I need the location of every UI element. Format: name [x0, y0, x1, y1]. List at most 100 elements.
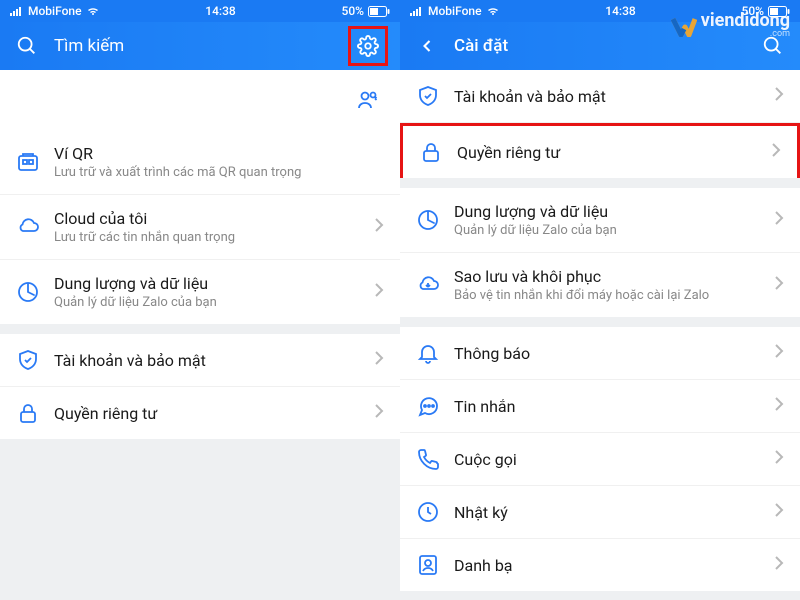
settings-icon[interactable] [348, 26, 388, 66]
row-subtitle: Quản lý dữ liệu Zalo của bạn [54, 295, 360, 310]
row-text: Ví QR Lưu trữ và xuất trình các mã QR qua… [54, 144, 384, 180]
right-row-0[interactable]: Tài khoản và bảo mật [400, 70, 800, 123]
signal-icon [410, 6, 424, 16]
chevron-right-icon [374, 350, 384, 370]
right-row-7[interactable]: Nhật ký [400, 486, 800, 539]
chevron-right-icon [774, 86, 784, 106]
row-title: Tài khoản và bảo mật [454, 87, 760, 106]
left-row-4[interactable]: Quyền riêng tư [0, 387, 400, 439]
row-title: Cloud của tôi [54, 209, 360, 228]
right-row-3[interactable]: Sao lưu và khôi phục Bảo vệ tin nhắn khi … [400, 253, 800, 317]
row-title: Tin nhắn [454, 397, 760, 416]
row-text: Danh bạ [454, 556, 760, 575]
diary-icon [416, 500, 440, 524]
left-row-2[interactable]: Dung lượng và dữ liệu Quản lý dữ liệu Zal… [0, 260, 400, 324]
row-title: Cuộc gọi [454, 450, 760, 469]
row-text: Tài khoản và bảo mật [454, 87, 760, 106]
right-content: Tài khoản và bảo mật Quyền riêng tư Dung l… [400, 70, 800, 600]
row-title: Dung lượng và dữ liệu [54, 274, 360, 293]
search-header: Tìm kiếm [0, 22, 400, 70]
settings-section: Tài khoản và bảo mật Quyền riêng tư [400, 70, 800, 178]
right-row-1[interactable]: Quyền riêng tư [400, 123, 800, 178]
row-text: Dung lượng và dữ liệu Quản lý dữ liệu Zal… [54, 274, 360, 310]
time-label: 14:38 [605, 4, 635, 18]
row-subtitle: Lưu trữ và xuất trình các mã QR quan trọ… [54, 165, 384, 180]
search-icon[interactable] [12, 31, 42, 61]
row-subtitle: Lưu trữ các tin nhắn quan trọng [54, 230, 360, 245]
row-text: Tin nhắn [454, 397, 760, 416]
screen-search: MobiFone 14:38 50% Tìm kiếm Ví QR Lưu trữ… [0, 0, 400, 600]
chevron-right-icon [774, 396, 784, 416]
left-row-1[interactable]: Cloud của tôi Lưu trữ các tin nhắn quan t… [0, 195, 400, 260]
shield-icon [16, 348, 40, 372]
row-title: Thông báo [454, 344, 760, 363]
chevron-right-icon [774, 210, 784, 230]
data-icon [416, 208, 440, 232]
watermark-text: viendidong [701, 12, 790, 30]
status-bar: MobiFone 14:38 50% [0, 0, 400, 22]
right-row-6[interactable]: Cuộc gọi [400, 433, 800, 486]
bell-icon [416, 341, 440, 365]
chevron-right-icon [774, 343, 784, 363]
row-text: Cloud của tôi Lưu trữ các tin nhắn quan t… [54, 209, 360, 245]
row-text: Cuộc gọi [454, 450, 760, 469]
time-label: 14:38 [205, 4, 235, 18]
friend-suggestion-row[interactable] [0, 70, 400, 130]
shield-icon [416, 84, 440, 108]
right-row-2[interactable]: Dung lượng và dữ liệuQuản lý dữ liệu Zal… [400, 188, 800, 253]
row-title: Sao lưu và khôi phục [454, 267, 760, 286]
row-title: Ví QR [54, 144, 384, 163]
row-text: Tài khoản và bảo mật [54, 351, 360, 370]
watermark-logo-icon [671, 17, 697, 35]
lock-icon [419, 140, 443, 164]
chevron-right-icon [774, 555, 784, 575]
carrier-label: MobiFone [28, 4, 82, 18]
watermark: viendidong .com [671, 12, 790, 39]
call-icon [416, 447, 440, 471]
chevron-right-icon [774, 502, 784, 522]
left-row-0[interactable]: Ví QR Lưu trữ và xuất trình các mã QR qua… [0, 130, 400, 195]
row-text: Quyền riêng tư [457, 143, 757, 162]
chevron-right-icon [374, 217, 384, 237]
left-row-3[interactable]: Tài khoản và bảo mật [0, 334, 400, 387]
row-text: Sao lưu và khôi phục Bảo vệ tin nhắn khi … [454, 267, 760, 303]
chevron-right-icon [771, 142, 781, 162]
chevron-right-icon [774, 275, 784, 295]
wifi-icon [486, 6, 500, 16]
settings-section: Thông báo Tin nhắn Cuộc gọi Nhật ký Danh bạ [400, 327, 800, 591]
row-title: Nhật ký [454, 503, 760, 522]
row-text: Dung lượng và dữ liệuQuản lý dữ liệu Zal… [454, 202, 760, 238]
friend-icon [356, 88, 380, 112]
chevron-right-icon [774, 449, 784, 469]
back-icon[interactable] [412, 31, 442, 61]
lock-icon [16, 401, 40, 425]
right-row-4[interactable]: Thông báo [400, 327, 800, 380]
row-title: Danh bạ [454, 556, 760, 575]
qr-wallet-icon [16, 150, 40, 174]
contacts-icon [416, 553, 440, 577]
row-subtitle: Bảo vệ tin nhắn khi đổi máy hoặc cài lại… [454, 288, 760, 303]
cloud-icon [16, 215, 40, 239]
message-icon [416, 394, 440, 418]
battery-icon [368, 6, 390, 17]
signal-icon [10, 6, 24, 16]
right-row-8[interactable]: Danh bạ [400, 539, 800, 591]
cloud-restore-icon [416, 273, 440, 297]
wifi-icon [86, 6, 100, 16]
row-text: Nhật ký [454, 503, 760, 522]
chevron-right-icon [374, 282, 384, 302]
battery-label: 50% [342, 4, 364, 18]
data-icon [16, 280, 40, 304]
search-placeholder[interactable]: Tìm kiếm [54, 36, 336, 56]
right-row-5[interactable]: Tin nhắn [400, 380, 800, 433]
right-list: Tài khoản và bảo mật Quyền riêng tư Dung l… [400, 70, 800, 591]
row-text: Thông báo [454, 344, 760, 363]
settings-title: Cài đặt [454, 36, 746, 56]
screen-settings: MobiFone 14:38 50% Cài đặt Tài khoản và … [400, 0, 800, 600]
left-content: Ví QR Lưu trữ và xuất trình các mã QR qua… [0, 70, 400, 600]
watermark-sub: .com [770, 30, 790, 39]
settings-section: Dung lượng và dữ liệuQuản lý dữ liệu Zal… [400, 188, 800, 317]
chevron-right-icon [374, 403, 384, 423]
row-subtitle: Quản lý dữ liệu Zalo của bạn [454, 223, 760, 238]
row-title: Tài khoản và bảo mật [54, 351, 360, 370]
